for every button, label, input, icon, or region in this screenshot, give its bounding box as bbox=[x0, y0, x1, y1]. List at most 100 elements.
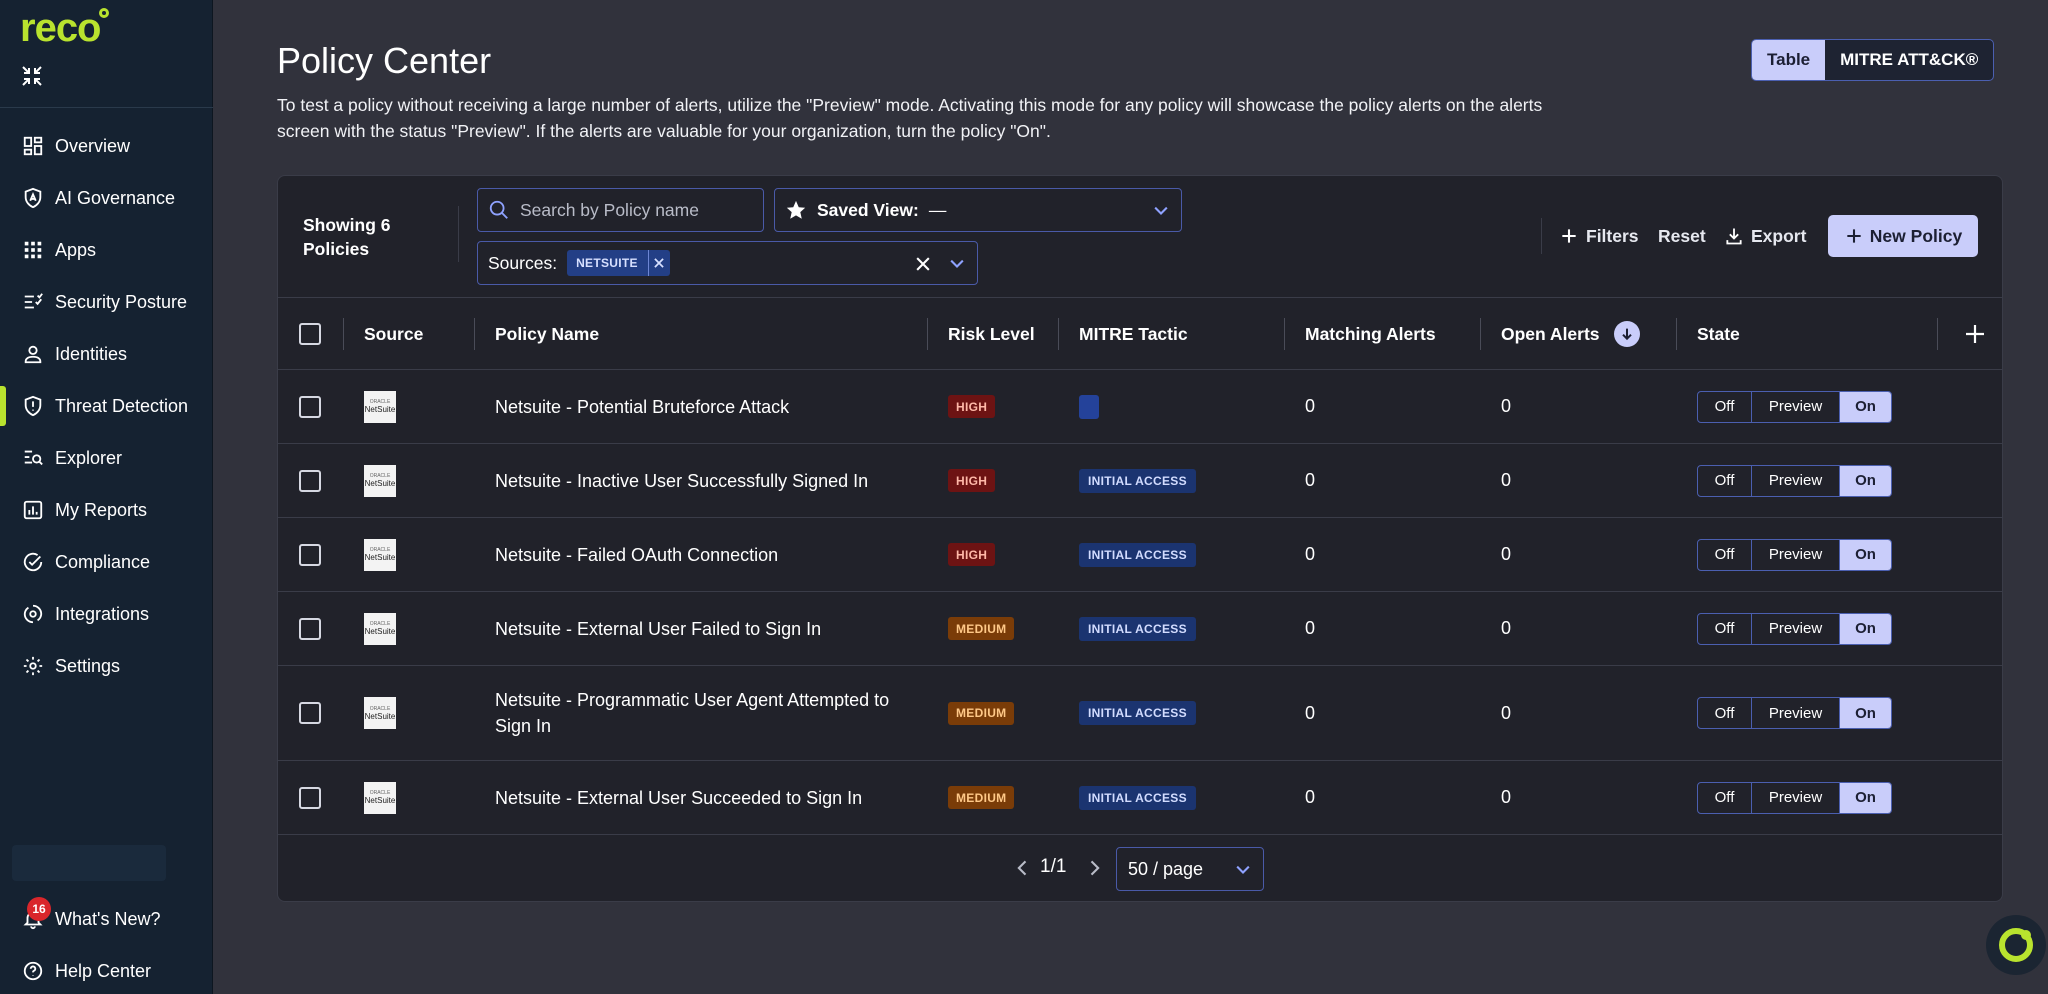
page-size-value: 50 / page bbox=[1128, 858, 1204, 879]
row-checkbox[interactable] bbox=[299, 469, 321, 492]
sidebar-item-settings[interactable]: Settings bbox=[0, 640, 213, 692]
column-open-alerts-header[interactable]: Open Alerts bbox=[1501, 298, 1640, 370]
sidebar-item-label: Overview bbox=[55, 135, 131, 156]
policy-name[interactable]: Netsuite - External User Succeeded to Si… bbox=[495, 785, 925, 811]
sort-descending-icon[interactable] bbox=[1613, 321, 1640, 347]
matching-alerts-value: 0 bbox=[1305, 470, 1316, 490]
sidebar-item-integrations[interactable]: Integrations bbox=[0, 588, 213, 640]
sidebar-item-ai-governance[interactable]: AI Governance bbox=[0, 172, 213, 224]
column-divider bbox=[1058, 318, 1059, 350]
view-toggle: Table MITRE ATT&CK® bbox=[1751, 39, 1995, 81]
select-all-checkbox[interactable] bbox=[299, 323, 321, 345]
column-divider bbox=[1480, 318, 1481, 350]
sidebar-item-threat-detection[interactable]: Threat Detection bbox=[0, 380, 213, 432]
chevron-left-icon[interactable] bbox=[1013, 858, 1033, 878]
risk-badge: MEDIUM bbox=[948, 701, 1015, 725]
reco-logo[interactable]: reco bbox=[20, 6, 101, 51]
state-off-button[interactable]: Off bbox=[1698, 698, 1752, 728]
sidebar-item-security-posture[interactable]: Security Posture bbox=[0, 276, 213, 328]
column-matching-alerts[interactable]: Matching Alerts bbox=[1305, 298, 1436, 370]
chat-bubble-icon bbox=[1999, 928, 2033, 962]
collapse-icon[interactable] bbox=[20, 64, 44, 88]
column-state[interactable]: State bbox=[1697, 298, 1740, 370]
whats-new-button[interactable]: 16 What's New? bbox=[0, 893, 213, 945]
sidebar-item-label: Identities bbox=[55, 343, 128, 364]
state-off-button[interactable]: Off bbox=[1698, 465, 1752, 496]
add-column-icon[interactable] bbox=[1963, 322, 1987, 346]
sidebar: reco Overview AI Governance Apps Securit… bbox=[0, 0, 213, 994]
matching-alerts-value: 0 bbox=[1305, 702, 1316, 723]
state-on-button[interactable]: On bbox=[1840, 391, 1891, 422]
state-on-button[interactable]: On bbox=[1840, 782, 1891, 813]
search-input[interactable]: Search by Policy name bbox=[477, 188, 764, 232]
state-preview-button[interactable]: Preview bbox=[1752, 698, 1840, 728]
sources-filter[interactable]: Sources: NETSUITE bbox=[477, 241, 978, 285]
chevron-right-icon[interactable] bbox=[1084, 858, 1104, 878]
sidebar-item-my-reports[interactable]: My Reports bbox=[0, 484, 213, 536]
column-mitre-tactic[interactable]: MITRE Tactic bbox=[1079, 298, 1188, 370]
logo-bottom-text: NetSuite bbox=[364, 405, 396, 414]
mitre-view-tab[interactable]: MITRE ATT&CK® bbox=[1825, 40, 1993, 80]
grid-icon bbox=[24, 241, 42, 259]
matching-alerts-value: 0 bbox=[1305, 544, 1316, 564]
sidebar-item-identities[interactable]: Identities bbox=[0, 328, 213, 380]
state-off-button[interactable]: Off bbox=[1698, 539, 1752, 570]
policy-name[interactable]: Netsuite - Inactive User Successfully Si… bbox=[495, 468, 925, 494]
sidebar-item-compliance[interactable]: Compliance bbox=[0, 536, 213, 588]
saved-view-select[interactable]: Saved View: — bbox=[774, 188, 1182, 232]
sidebar-item-label: Threat Detection bbox=[55, 395, 189, 416]
state-off-button[interactable]: Off bbox=[1698, 391, 1752, 422]
chevron-down-icon bbox=[1154, 206, 1168, 215]
state-on-button[interactable]: On bbox=[1840, 698, 1891, 728]
reset-button[interactable]: Reset bbox=[1658, 218, 1706, 254]
chevron-down-icon bbox=[950, 259, 964, 268]
policies-count: Showing 6 Policies bbox=[303, 215, 391, 259]
table-view-tab[interactable]: Table bbox=[1752, 40, 1826, 80]
page-size-select[interactable]: 50 / page bbox=[1116, 847, 1264, 891]
state-on-button[interactable]: On bbox=[1840, 539, 1891, 570]
policy-name[interactable]: Netsuite - Potential Bruteforce Attack bbox=[495, 394, 925, 420]
logo-bottom-text: NetSuite bbox=[364, 627, 396, 636]
new-policy-button[interactable]: New Policy bbox=[1828, 215, 1978, 257]
policy-name[interactable]: Netsuite - Programmatic User Agent Attem… bbox=[495, 687, 925, 739]
column-policy-name[interactable]: Policy Name bbox=[495, 298, 599, 370]
sidebar-item-overview[interactable]: Overview bbox=[0, 120, 213, 172]
state-preview-button[interactable]: Preview bbox=[1752, 782, 1840, 813]
state-toggle: Off Preview On bbox=[1697, 612, 1892, 645]
policy-name[interactable]: Netsuite - Failed OAuth Connection bbox=[495, 542, 925, 568]
search-list-icon bbox=[24, 450, 43, 466]
row-checkbox[interactable] bbox=[299, 543, 321, 566]
logo-bottom-text: NetSuite bbox=[364, 553, 396, 562]
column-divider bbox=[474, 318, 475, 350]
report-icon bbox=[23, 500, 43, 520]
clear-icon[interactable] bbox=[913, 254, 933, 274]
table-row: ORACLE NetSuite Netsuite - External User … bbox=[278, 761, 2002, 835]
export-button[interactable]: Export bbox=[1724, 218, 1806, 254]
filters-button[interactable]: Filters bbox=[1559, 218, 1639, 254]
state-preview-button[interactable]: Preview bbox=[1752, 465, 1840, 496]
source-chip: NETSUITE bbox=[567, 250, 670, 276]
column-divider bbox=[1676, 318, 1677, 350]
state-preview-button[interactable]: Preview bbox=[1752, 613, 1840, 644]
row-checkbox[interactable] bbox=[299, 395, 321, 418]
notification-count-badge: 16 bbox=[27, 897, 51, 921]
help-center-button[interactable]: Help Center bbox=[0, 945, 213, 994]
chat-support-button[interactable] bbox=[1986, 915, 2046, 975]
row-checkbox[interactable] bbox=[299, 617, 321, 640]
table-row: ORACLE NetSuite Netsuite - External User … bbox=[278, 592, 2002, 666]
state-on-button[interactable]: On bbox=[1840, 613, 1891, 644]
sidebar-item-explorer[interactable]: Explorer bbox=[0, 432, 213, 484]
column-risk-level[interactable]: Risk Level bbox=[948, 298, 1035, 370]
help-icon bbox=[23, 961, 43, 981]
policy-name[interactable]: Netsuite - External User Failed to Sign … bbox=[495, 616, 925, 642]
state-preview-button[interactable]: Preview bbox=[1752, 539, 1840, 570]
state-off-button[interactable]: Off bbox=[1698, 782, 1752, 813]
remove-chip-button[interactable] bbox=[647, 250, 670, 276]
row-checkbox[interactable] bbox=[299, 702, 321, 724]
sidebar-item-apps[interactable]: Apps bbox=[0, 224, 213, 276]
row-checkbox[interactable] bbox=[299, 786, 321, 809]
column-source[interactable]: Source bbox=[364, 298, 423, 370]
state-on-button[interactable]: On bbox=[1840, 465, 1891, 496]
state-preview-button[interactable]: Preview bbox=[1752, 391, 1840, 422]
state-off-button[interactable]: Off bbox=[1698, 613, 1752, 644]
